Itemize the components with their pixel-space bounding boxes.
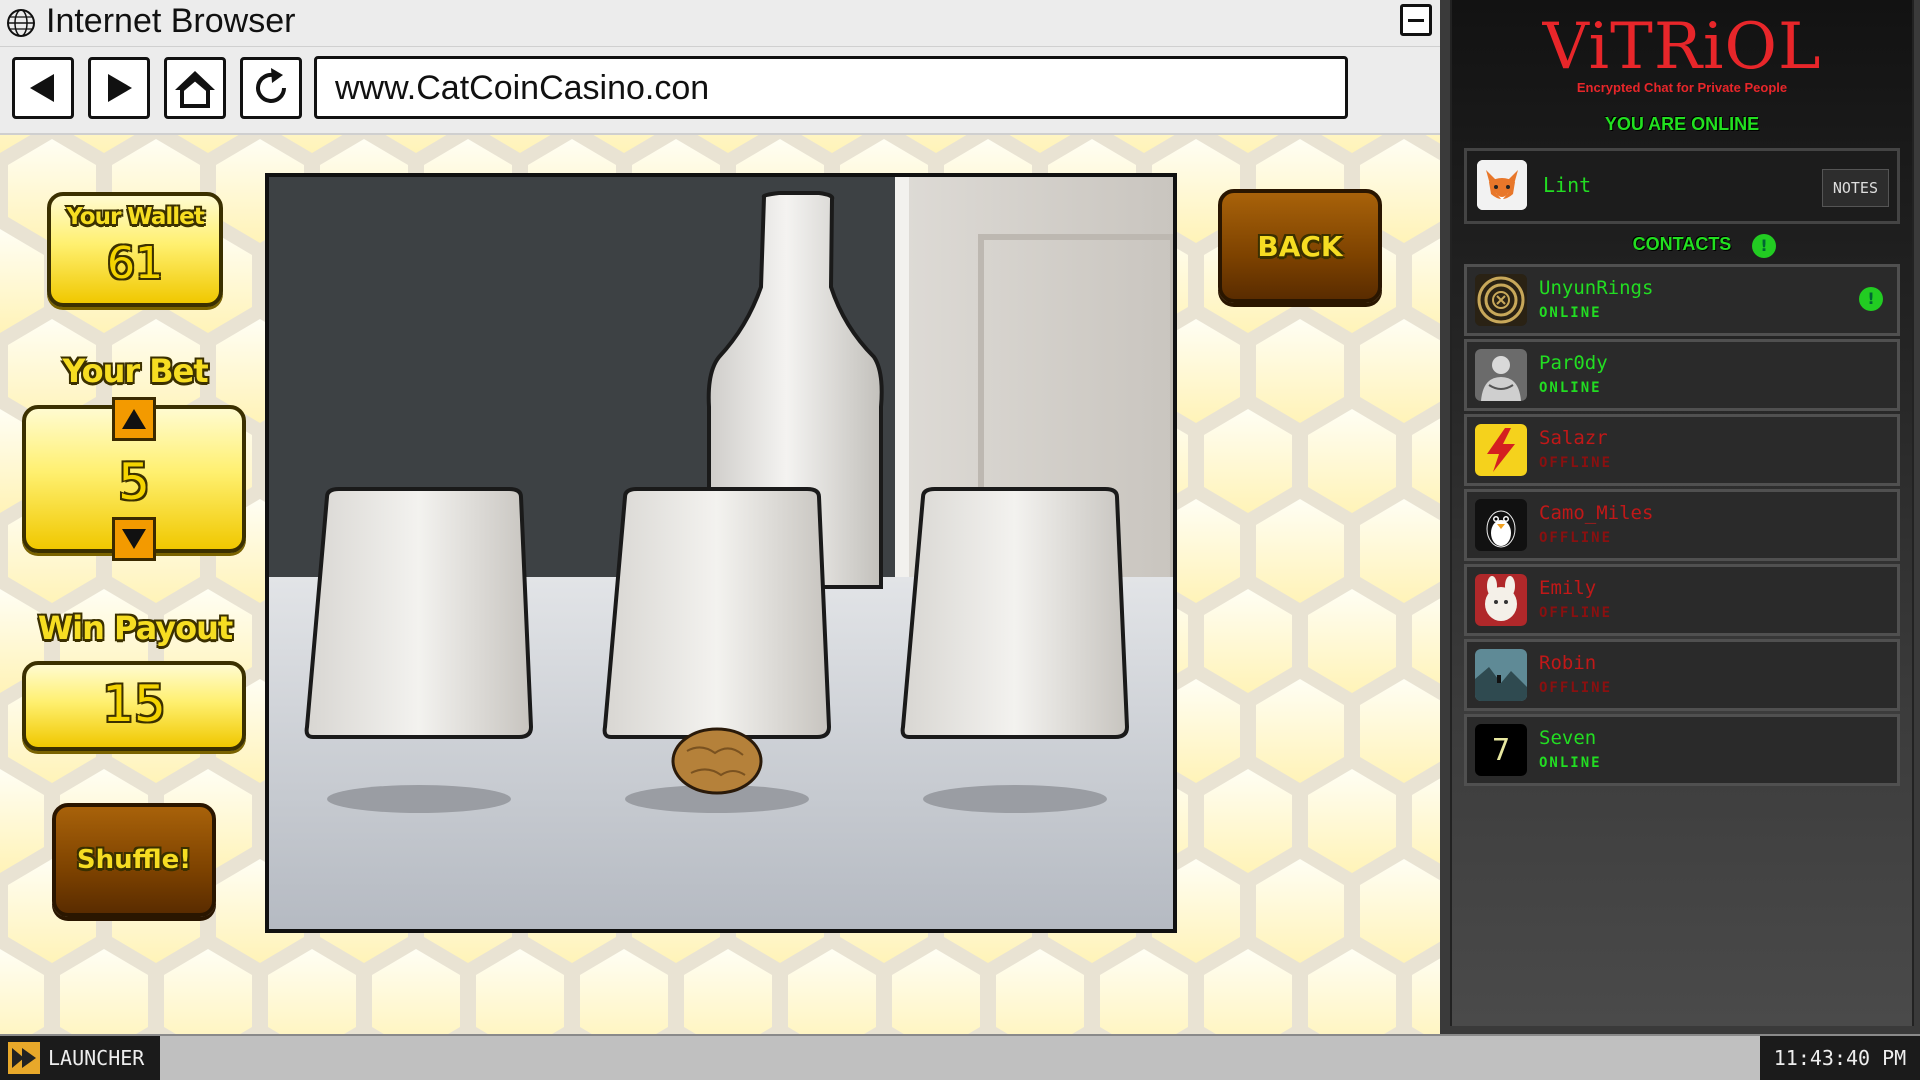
penguin-avatar-icon <box>1475 499 1527 551</box>
launcher-icon <box>8 1042 40 1074</box>
url-bar[interactable]: www.CatCoinCasino.con <box>314 56 1348 119</box>
home-button[interactable] <box>164 57 226 119</box>
contact-name: Robin <box>1539 652 1597 674</box>
contact-name: Salazr <box>1539 427 1608 449</box>
message-alert-icon: ! <box>1859 287 1883 311</box>
shell-game-scene <box>265 173 1177 933</box>
contact-name: Emily <box>1539 577 1597 599</box>
back-game-label: BACK <box>1257 229 1343 263</box>
contact-status: ONLINE <box>1539 380 1602 396</box>
down-arrow-icon <box>122 529 146 549</box>
bet-label: Your Bet <box>62 352 208 390</box>
globe-icon <box>7 9 35 37</box>
wallet-label: Your Wallet <box>66 204 205 230</box>
url-text: www.CatCoinCasino.con <box>335 69 710 107</box>
taskbar: LAUNCHER 11:43:40 PM <box>0 1034 1920 1080</box>
shuffle-label: Shuffle! <box>76 845 192 875</box>
profile-name: Lint <box>1543 173 1592 197</box>
up-arrow-icon <box>122 409 146 429</box>
contact-row-camo-miles[interactable]: Camo_Miles OFFLINE <box>1464 489 1900 561</box>
shuffle-button[interactable]: Shuffle! <box>52 803 216 917</box>
contact-row-emily[interactable]: Emily OFFLINE <box>1464 564 1900 636</box>
contact-status: OFFLINE <box>1539 530 1613 546</box>
contact-name: Seven <box>1539 727 1597 749</box>
contact-status: ONLINE <box>1539 305 1602 321</box>
home-icon <box>175 71 215 108</box>
refresh-button[interactable] <box>240 57 302 119</box>
back-game-button[interactable]: BACK <box>1218 189 1382 303</box>
browser-titlebar: Internet Browser <box>0 0 1440 47</box>
browser-window: Internet Browser www.CatCoinCasino.con Y… <box>0 0 1440 1034</box>
landscape-avatar-icon <box>1475 649 1527 701</box>
window-title: Internet Browser <box>46 2 296 40</box>
wallet-display: Your Wallet 61 <box>47 192 223 307</box>
system-clock: 11:43:40 PM <box>1760 1036 1920 1080</box>
target-avatar-icon <box>1475 274 1527 326</box>
bet-decrease-button[interactable] <box>112 517 156 561</box>
contact-status: OFFLINE <box>1539 680 1613 696</box>
payout-value: 15 <box>102 675 166 733</box>
vitriol-chat-panel: ViTRiOL Encrypted Chat for Private Peopl… <box>1440 0 1920 1034</box>
lightning-avatar-icon <box>1475 424 1527 476</box>
wallet-value: 61 <box>107 238 163 289</box>
contact-row-seven[interactable]: 7 Seven ONLINE <box>1464 714 1900 786</box>
contact-status: ONLINE <box>1539 755 1602 771</box>
app-tagline: Encrypted Chat for Private People <box>1576 80 1788 95</box>
contacts-header: CONTACTS <box>1632 234 1732 254</box>
contact-row-unyunrings[interactable]: UnyunRings ONLINE ! <box>1464 264 1900 336</box>
payout-display: 15 <box>22 661 246 751</box>
casino-page: Your Wallet 61 Your Bet 5 Win Payout 15 … <box>0 135 1440 1034</box>
shell-game-illustration <box>269 177 1173 929</box>
contacts-alert-icon: ! <box>1752 234 1776 258</box>
seven-avatar-icon: 7 <box>1475 724 1527 776</box>
contact-row-par0dy[interactable]: Par0dy ONLINE <box>1464 339 1900 411</box>
browser-toolbar: www.CatCoinCasino.con <box>0 47 1440 135</box>
online-status: YOU ARE ONLINE <box>1604 114 1760 134</box>
launcher-label: LAUNCHER <box>48 1046 145 1070</box>
contact-status: OFFLINE <box>1539 605 1613 621</box>
forward-button[interactable] <box>88 57 150 119</box>
muscleman-avatar-icon <box>1475 349 1527 401</box>
seven-avatar-glyph: 7 <box>1491 732 1511 768</box>
minimize-button[interactable] <box>1400 4 1432 36</box>
app-logo: ViTRiOL <box>1542 10 1822 84</box>
forward-arrow-icon <box>108 74 132 102</box>
contact-name: Par0dy <box>1539 352 1608 374</box>
refresh-icon <box>256 68 286 103</box>
contact-row-salazr[interactable]: Salazr OFFLINE <box>1464 414 1900 486</box>
contact-name: Camo_Miles <box>1539 502 1654 524</box>
fox-avatar-icon <box>1477 160 1527 210</box>
back-button[interactable] <box>12 57 74 119</box>
bet-increase-button[interactable] <box>112 397 156 441</box>
bunny-avatar-icon <box>1475 574 1527 626</box>
contact-row-robin[interactable]: Robin OFFLINE <box>1464 639 1900 711</box>
launcher-button[interactable]: LAUNCHER <box>0 1036 160 1080</box>
payout-label: Win Payout <box>37 609 233 647</box>
notes-button[interactable]: NOTES <box>1821 169 1889 207</box>
back-arrow-icon <box>30 74 54 102</box>
bet-value: 5 <box>118 453 150 511</box>
profile-row: Lint NOTES <box>1464 148 1900 224</box>
chat-inner: ViTRiOL Encrypted Chat for Private Peopl… <box>1450 0 1914 1026</box>
contact-status: OFFLINE <box>1539 455 1613 471</box>
contact-name: UnyunRings <box>1539 277 1654 299</box>
